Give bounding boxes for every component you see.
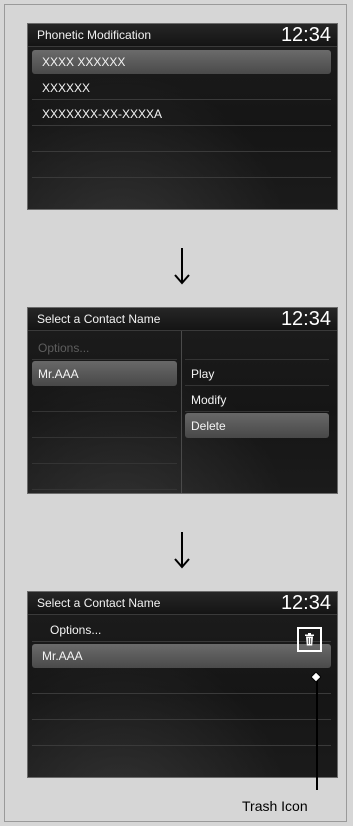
modify-option[interactable]: Modify bbox=[185, 387, 329, 412]
down-arrow-icon bbox=[172, 532, 192, 570]
contact-item[interactable]: Mr.AAA bbox=[32, 644, 331, 668]
divider bbox=[28, 330, 337, 331]
list-item[interactable]: XXXXXX bbox=[32, 76, 331, 100]
list-item-label: XXXXXXX-XX-XXXXA bbox=[42, 107, 163, 121]
list-item-empty bbox=[32, 387, 177, 412]
list-item-empty bbox=[185, 335, 329, 360]
screen-title: Select a Contact Name bbox=[37, 312, 161, 326]
list-item-empty bbox=[32, 180, 331, 204]
pane-divider bbox=[181, 331, 182, 493]
list-item-empty bbox=[32, 154, 331, 178]
list-item-empty bbox=[32, 722, 331, 746]
contact-label: Mr.AAA bbox=[38, 367, 79, 381]
screen-title: Select a Contact Name bbox=[37, 596, 161, 610]
modify-label: Modify bbox=[191, 393, 227, 407]
contact-label: Mr.AAA bbox=[42, 649, 83, 663]
title-bar: Phonetic Modification 12:34 bbox=[28, 24, 337, 46]
clock: 12:34 bbox=[280, 24, 331, 46]
list-item-empty bbox=[32, 696, 331, 720]
phonetic-modification-screen: Phonetic Modification 12:34 XXXX XXXXXX … bbox=[27, 23, 338, 210]
play-label: Play bbox=[191, 367, 215, 381]
list-item-empty bbox=[32, 748, 331, 772]
options-item[interactable]: Options... bbox=[32, 335, 177, 360]
delete-option[interactable]: Delete bbox=[185, 413, 329, 438]
clock: 12:34 bbox=[280, 308, 331, 330]
down-arrow-icon bbox=[172, 248, 192, 286]
list-item-label: XXXX XXXXXX bbox=[42, 55, 126, 69]
options-label: Options... bbox=[38, 341, 90, 355]
list-item-empty bbox=[32, 128, 331, 152]
select-contact-delete-screen: Select a Contact Name 12:34 Options... M… bbox=[27, 591, 338, 778]
options-label: Options... bbox=[50, 623, 102, 637]
list-item-empty bbox=[32, 670, 331, 694]
trash-highlight-box[interactable] bbox=[297, 627, 322, 652]
list-item-empty bbox=[32, 439, 177, 464]
screen-title: Phonetic Modification bbox=[37, 28, 152, 42]
play-option[interactable]: Play bbox=[185, 361, 329, 386]
title-bar: Select a Contact Name 12:34 bbox=[28, 308, 337, 330]
title-bar: Select a Contact Name 12:34 bbox=[28, 592, 337, 614]
list-item-label: XXXXXX bbox=[42, 81, 91, 95]
callout-line bbox=[316, 680, 318, 790]
list-item[interactable]: XXXX XXXXXX bbox=[32, 50, 331, 74]
options-item[interactable]: Options... bbox=[32, 618, 331, 642]
contact-item[interactable]: Mr.AAA bbox=[32, 361, 177, 386]
list-item[interactable]: XXXXXXX-XX-XXXXA bbox=[32, 102, 331, 126]
list-item-empty bbox=[32, 413, 177, 438]
clock: 12:34 bbox=[280, 592, 331, 614]
list-item-empty bbox=[32, 465, 177, 490]
trash-icon[interactable] bbox=[304, 633, 315, 646]
delete-label: Delete bbox=[191, 419, 226, 433]
select-contact-menu-screen: Select a Contact Name 12:34 Options... M… bbox=[27, 307, 338, 494]
divider bbox=[28, 614, 337, 615]
trash-icon-caption: Trash Icon bbox=[242, 798, 308, 814]
divider bbox=[28, 46, 337, 47]
